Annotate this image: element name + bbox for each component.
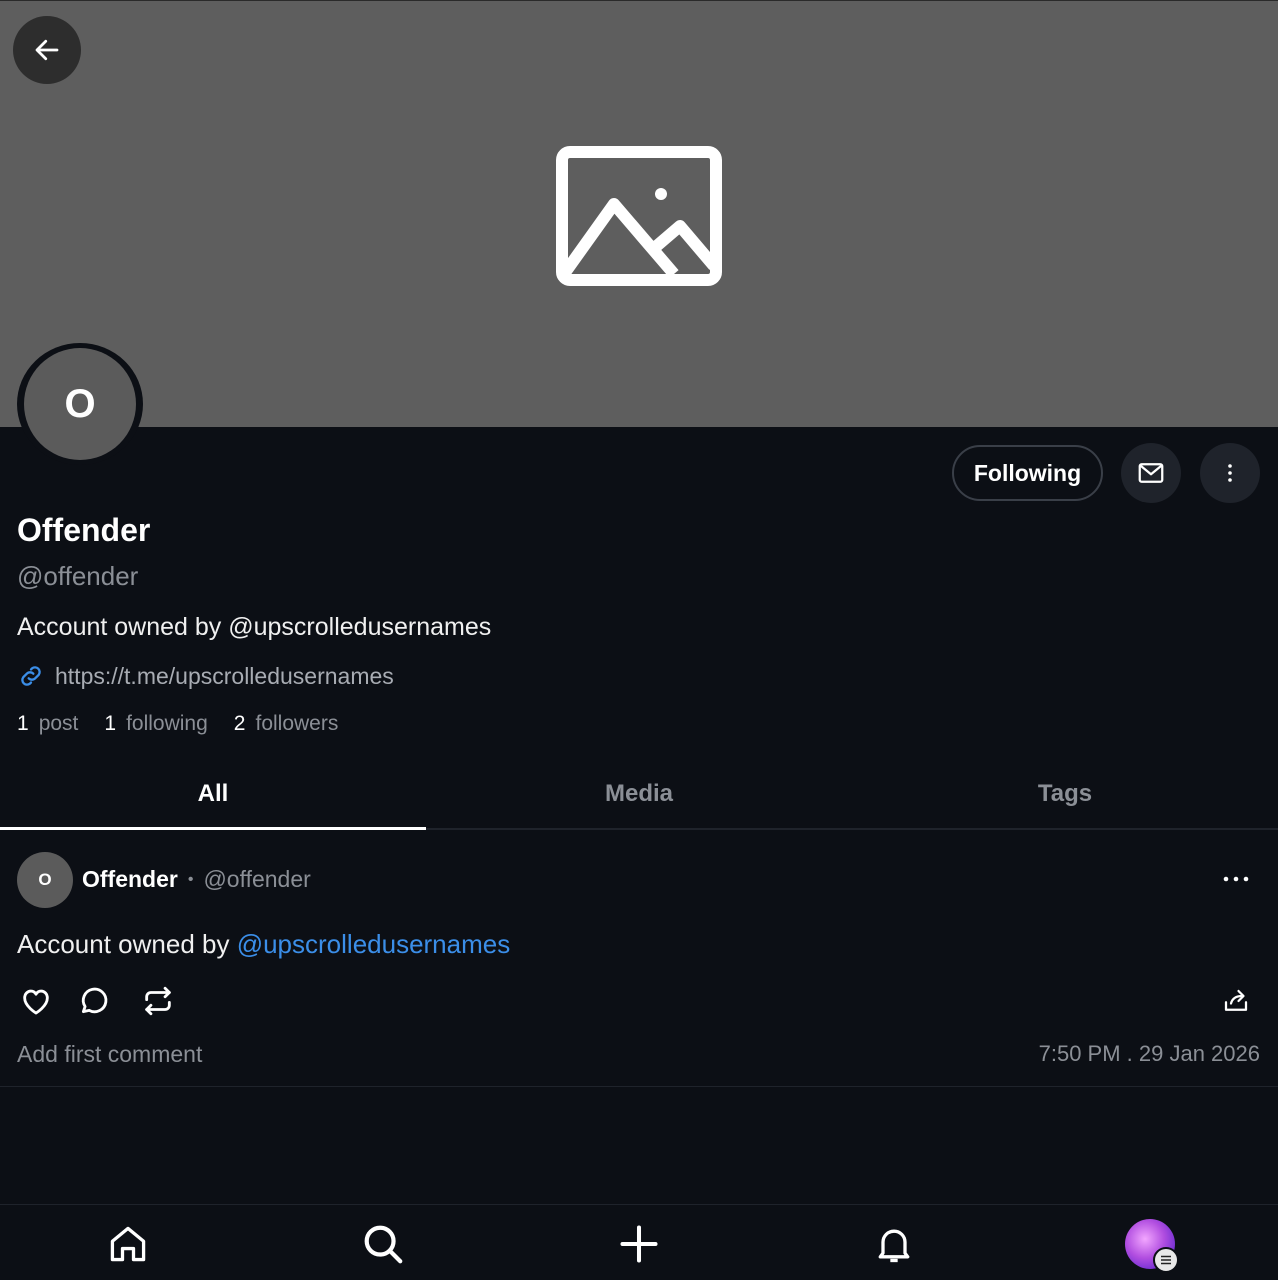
post-text-prefix: Account owned by <box>17 929 237 959</box>
share-icon <box>1224 989 1248 1011</box>
nav-home[interactable] <box>103 1219 153 1269</box>
back-button[interactable] <box>13 16 81 84</box>
add-comment-link[interactable]: Add first comment <box>17 1041 202 1068</box>
post-text: Account owned by @upscrolledusernames <box>17 929 510 960</box>
menu-badge <box>1153 1247 1179 1273</box>
stat-followers[interactable]: 2 followers <box>234 712 339 736</box>
nav-create[interactable] <box>614 1219 664 1269</box>
post-timestamp: 7:50 PM . 29 Jan 2026 <box>1038 1041 1260 1066</box>
post-separator: • <box>187 870 194 888</box>
search-icon <box>364 1225 403 1264</box>
tab-tags[interactable]: Tags <box>852 760 1278 828</box>
share-button[interactable] <box>1216 983 1256 1019</box>
post-author-handle[interactable]: @offender <box>203 866 310 893</box>
profile-handle: @offender <box>17 561 139 591</box>
stat-following[interactable]: 1 following <box>104 712 207 736</box>
comment-icon <box>81 987 108 1014</box>
post-avatar[interactable]: O <box>17 852 73 908</box>
horizontal-more-icon <box>1223 876 1249 882</box>
repost-icon <box>145 986 171 1016</box>
tab-all[interactable]: All <box>0 760 426 830</box>
profile-banner <box>0 0 1278 427</box>
nav-profile-avatar[interactable] <box>1125 1219 1179 1273</box>
comment-button[interactable] <box>74 983 114 1019</box>
message-button[interactable] <box>1121 443 1181 503</box>
home-icon <box>110 1226 146 1262</box>
avatar-initial: O <box>24 348 136 460</box>
profile-link[interactable]: https://t.me/upscrolledusernames <box>17 662 394 690</box>
post-more-button[interactable] <box>1214 861 1258 897</box>
mail-icon <box>1138 463 1164 483</box>
repost-button[interactable] <box>138 983 178 1019</box>
profile-bio: Account owned by @upscrolledusernames <box>17 613 492 641</box>
vertical-more-icon <box>1228 464 1232 482</box>
following-button[interactable]: Following <box>952 445 1103 501</box>
profile-stats: 1 post 1 following 2 followers <box>17 712 338 736</box>
heart-icon <box>23 989 49 1015</box>
like-button[interactable] <box>16 983 56 1019</box>
back-arrow-icon <box>35 39 59 61</box>
menu-icon <box>1161 1255 1171 1265</box>
post-mention-link[interactable]: @upscrolledusernames <box>237 929 511 959</box>
bell-icon <box>878 1229 910 1263</box>
nav-search[interactable] <box>358 1219 408 1269</box>
nav-notifications[interactable] <box>869 1219 919 1269</box>
display-name: Offender <box>17 512 151 548</box>
post-author-name[interactable]: Offender <box>82 866 178 893</box>
link-icon <box>21 666 41 686</box>
profile-avatar[interactable]: O <box>17 343 143 465</box>
profile-tabs: All Media Tags <box>0 760 1278 830</box>
image-placeholder-icon <box>556 146 722 286</box>
post-header: Offender • @offender <box>82 866 311 893</box>
post-card: O Offender • @offender Account owned by … <box>0 831 1278 1087</box>
profile-more-button[interactable] <box>1200 443 1260 503</box>
tab-media[interactable]: Media <box>426 760 852 828</box>
profile-link-text[interactable]: https://t.me/upscrolledusernames <box>55 663 394 690</box>
bottom-navigation <box>0 1204 1278 1280</box>
plus-icon <box>620 1225 658 1263</box>
stat-posts[interactable]: 1 post <box>17 712 78 736</box>
